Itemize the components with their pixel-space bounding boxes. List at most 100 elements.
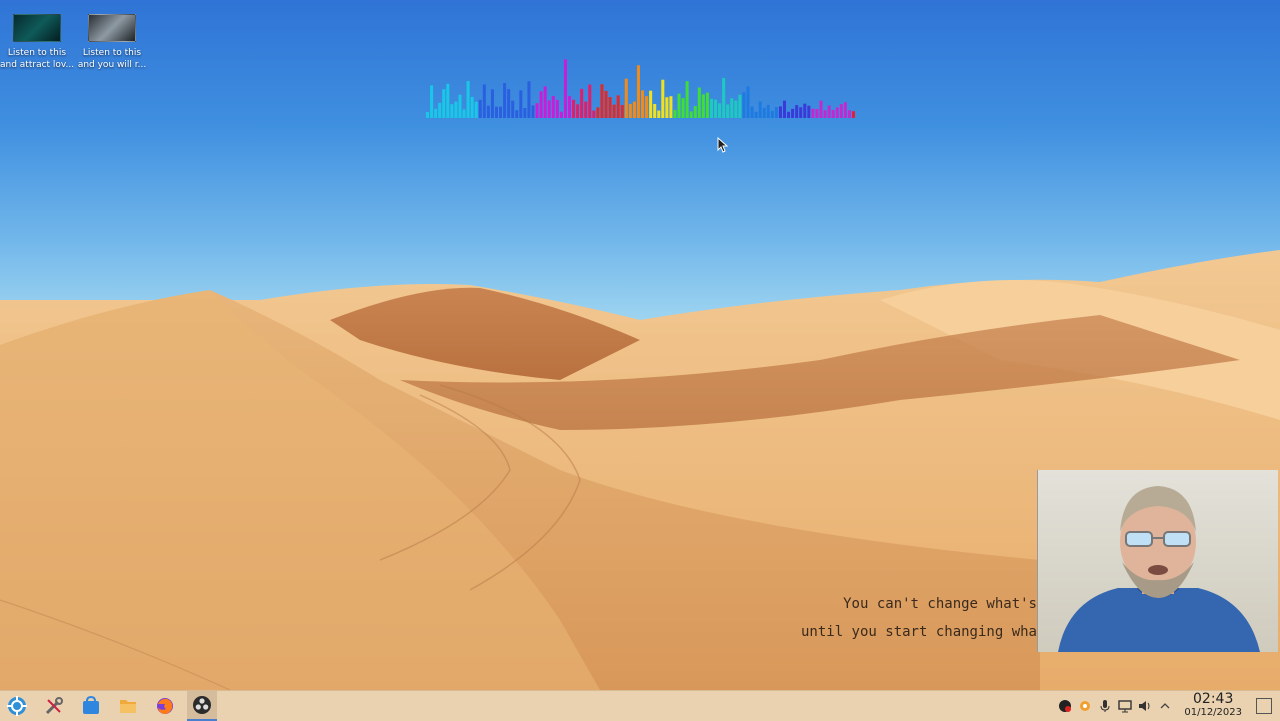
desktop-video-file-1[interactable]: Listen to this and attract lov... bbox=[0, 14, 74, 71]
visualizer-bar bbox=[653, 103, 657, 118]
visualizer-bar bbox=[787, 111, 791, 118]
digital-clock[interactable]: 02:43 01/12/2023 bbox=[1184, 692, 1242, 719]
visualizer-bar bbox=[535, 103, 539, 118]
visualizer-bar bbox=[426, 112, 430, 118]
visualizer-bar bbox=[503, 83, 507, 118]
desktop-video-file-2[interactable]: Listen to this and you will r... bbox=[75, 14, 149, 71]
obs-tray-icon bbox=[1059, 700, 1072, 712]
visualizer-bar bbox=[693, 106, 697, 118]
video-thumbnail-icon bbox=[88, 14, 136, 42]
visualizer-bar bbox=[511, 100, 515, 118]
firefox-button[interactable] bbox=[150, 691, 180, 721]
desktop-icon-label: Listen to this bbox=[82, 48, 142, 58]
visualizer-bar bbox=[714, 99, 718, 118]
visualizer-bar bbox=[697, 87, 701, 118]
visualizer-bar bbox=[774, 107, 778, 118]
visualizer-bar bbox=[592, 110, 596, 118]
visualizer-bar bbox=[758, 101, 762, 118]
obs-studio-icon bbox=[193, 696, 211, 714]
visualizer-bar bbox=[645, 96, 649, 118]
visualizer-bar bbox=[588, 84, 592, 118]
visualizer-bar bbox=[701, 94, 705, 118]
visualizer-bar bbox=[734, 100, 738, 118]
visualizer-bar bbox=[543, 86, 547, 118]
discover-store-button[interactable] bbox=[76, 691, 106, 721]
visualizer-bar bbox=[547, 100, 551, 118]
visualizer-bar bbox=[494, 106, 498, 118]
visualizer-bar bbox=[584, 101, 588, 118]
presenter-video-image bbox=[1058, 486, 1260, 652]
webcam-overlay bbox=[1037, 470, 1278, 652]
visualizer-bar bbox=[819, 100, 823, 118]
audio-visualizer-widget bbox=[426, 59, 855, 118]
visualizer-bar bbox=[563, 59, 567, 118]
visualizer-bar bbox=[661, 79, 665, 118]
visualizer-bar bbox=[778, 106, 782, 118]
microphone-button[interactable] bbox=[1096, 697, 1114, 715]
expand-tray-button[interactable] bbox=[1156, 697, 1174, 715]
visualizer-bar bbox=[434, 108, 438, 118]
visualizer-bar bbox=[705, 92, 709, 118]
visualizer-bar bbox=[466, 81, 470, 118]
visualizer-bar bbox=[462, 109, 466, 118]
desktop-icon-label: Listen to this bbox=[7, 48, 67, 58]
visualizer-bar bbox=[673, 109, 677, 118]
visualizer-bar bbox=[677, 93, 681, 118]
file-manager-button[interactable] bbox=[113, 691, 143, 721]
notifications-button[interactable] bbox=[1076, 697, 1094, 715]
visualizer-bar bbox=[722, 78, 726, 118]
network-button[interactable] bbox=[1116, 697, 1134, 715]
visualizer-bar bbox=[742, 92, 746, 118]
visualizer-bar bbox=[641, 90, 645, 118]
quote-line: until you start changing wha bbox=[800, 624, 1037, 640]
notifications-icon bbox=[1080, 701, 1091, 711]
visualizer-bar bbox=[685, 81, 689, 118]
visualizer-bar bbox=[527, 81, 531, 118]
visualizer-bar bbox=[847, 110, 851, 118]
visualizer-bar bbox=[430, 85, 434, 118]
visualizer-bar bbox=[499, 106, 503, 118]
visualizer-bar bbox=[636, 65, 640, 118]
app-launcher-icon bbox=[7, 696, 27, 716]
system-settings-button[interactable] bbox=[39, 691, 69, 721]
visualizer-bar bbox=[628, 103, 632, 118]
show-desktop-button[interactable] bbox=[1256, 698, 1272, 714]
visualizer-bar bbox=[620, 104, 624, 118]
quote-line: You can't change what's bbox=[843, 596, 1037, 612]
file-manager-icon bbox=[120, 700, 136, 713]
visualizer-bar bbox=[458, 94, 462, 118]
visualizer-bar bbox=[835, 107, 839, 118]
system-settings-icon bbox=[45, 697, 63, 715]
visualizer-bar bbox=[474, 101, 478, 118]
visualizer-bar bbox=[770, 110, 774, 118]
visualizer-bar bbox=[726, 104, 730, 118]
visualizer-bar bbox=[649, 90, 653, 118]
visualizer-bar bbox=[746, 86, 750, 118]
visualizer-bar bbox=[450, 104, 454, 118]
visualizer-bar bbox=[689, 111, 693, 118]
visualizer-bar bbox=[559, 111, 563, 118]
volume-button[interactable] bbox=[1136, 697, 1154, 715]
visualizer-bar bbox=[596, 107, 600, 118]
visualizer-bar bbox=[580, 88, 584, 118]
obs-studio-button[interactable] bbox=[187, 691, 217, 721]
video-thumbnail-icon bbox=[13, 14, 61, 42]
app-launcher-button[interactable] bbox=[2, 691, 32, 721]
taskbar: 02:43 01/12/2023 bbox=[0, 690, 1280, 721]
visualizer-bar bbox=[803, 103, 807, 118]
visualizer-bar bbox=[827, 105, 831, 118]
network-icon bbox=[1118, 700, 1133, 713]
visualizer-bar bbox=[831, 110, 835, 118]
visualizer-bar bbox=[482, 84, 486, 118]
visualizer-bar bbox=[576, 104, 580, 118]
visualizer-bar bbox=[657, 110, 661, 118]
visualizer-bar bbox=[523, 108, 527, 118]
visualizer-bar bbox=[608, 97, 612, 118]
obs-tray-button[interactable] bbox=[1056, 697, 1074, 715]
chevron-up-icon bbox=[1160, 703, 1170, 709]
visualizer-bar bbox=[791, 108, 795, 118]
visualizer-bar bbox=[807, 105, 811, 118]
visualizer-bar bbox=[486, 105, 490, 118]
system-tray: 02:43 01/12/2023 bbox=[1056, 691, 1280, 721]
quote-widget: You can't change what's until you start … bbox=[801, 590, 1037, 646]
